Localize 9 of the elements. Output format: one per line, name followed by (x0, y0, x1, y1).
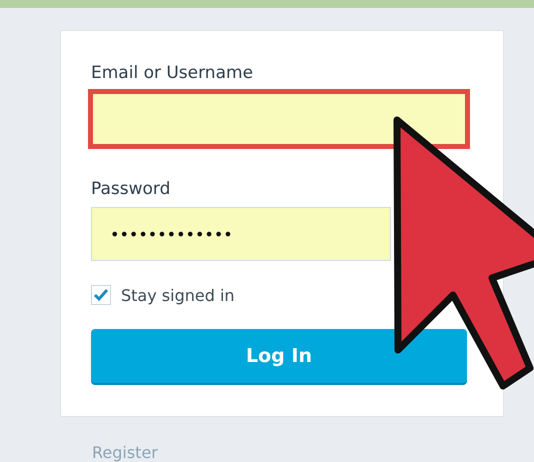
login-button[interactable]: Log In (91, 329, 467, 383)
field-label: Email or Username (91, 63, 254, 83)
input-field[interactable] (88, 89, 470, 149)
pointer-arrow-icon (394, 116, 534, 390)
field-label: Password (91, 179, 172, 199)
password-field[interactable]: ••••••••••••• (91, 207, 391, 261)
checkbox-label: Stay signed in (121, 286, 235, 304)
checkbox[interactable] (91, 285, 111, 305)
register-link[interactable]: Register (92, 443, 534, 462)
